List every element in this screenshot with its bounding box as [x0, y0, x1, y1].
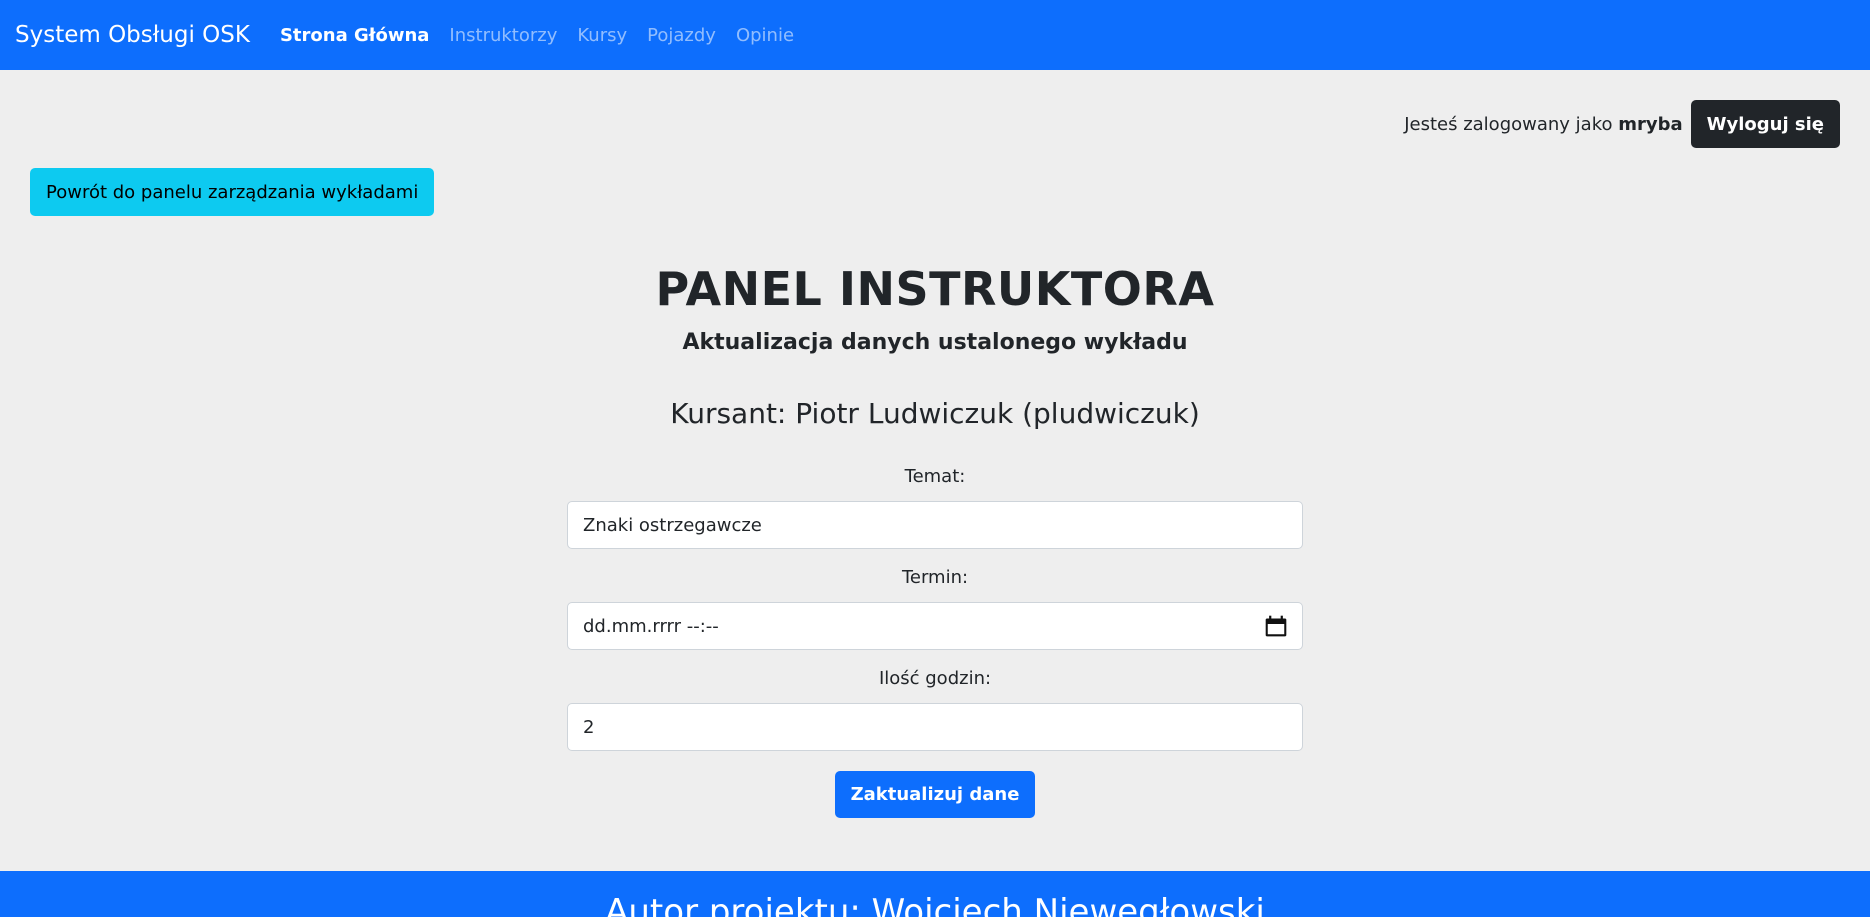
back-to-lectures-button[interactable]: Powrót do panelu zarządzania wykładami: [30, 168, 435, 216]
top-navbar: System Obsługi OSK Strona Główna Instruk…: [0, 0, 1870, 70]
hours-group: Ilość godzin: 2: [567, 668, 1303, 751]
calendar-icon[interactable]: [1265, 615, 1287, 637]
brand-link[interactable]: System Obsługi OSK: [15, 22, 250, 48]
lecture-update-form: Temat: Znaki ostrzegawcze Termin: dd.mm.…: [567, 466, 1303, 818]
nav-link-courses[interactable]: Kursy: [577, 25, 627, 46]
username: mryba: [1618, 113, 1683, 135]
main-content: PANEL INSTRUKTORA Aktualizacja danych us…: [0, 262, 1870, 818]
footer: Autor projektu: Wojciech Niewęgłowski: [0, 871, 1870, 917]
date-input[interactable]: dd.mm.rrrr --:--: [567, 602, 1303, 650]
hours-value: 2: [583, 716, 595, 738]
footer-author: Autor projektu: Wojciech Niewęgłowski: [605, 892, 1265, 917]
topic-group: Temat: Znaki ostrzegawcze: [567, 466, 1303, 549]
nav-link-vehicles[interactable]: Pojazdy: [647, 25, 716, 46]
update-button[interactable]: Zaktualizuj dane: [834, 771, 1036, 818]
page-title: PANEL INSTRUKTORA: [655, 262, 1215, 316]
date-placeholder: dd.mm.rrrr --:--: [583, 615, 719, 637]
date-group: Termin: dd.mm.rrrr --:--: [567, 567, 1303, 650]
date-label: Termin:: [901, 567, 969, 588]
nav-link-instructors[interactable]: Instruktorzy: [449, 25, 557, 46]
page-subtitle: Aktualizacja danych ustalonego wykładu: [682, 330, 1188, 355]
nav-links: Strona Główna Instruktorzy Kursy Pojazdy…: [280, 25, 794, 46]
student-info: Kursant: Piotr Ludwiczuk (pludwiczuk): [670, 397, 1200, 430]
hours-input[interactable]: 2: [567, 703, 1303, 751]
hours-label: Ilość godzin:: [878, 668, 992, 689]
nav-link-reviews[interactable]: Opinie: [736, 25, 794, 46]
topic-input[interactable]: Znaki ostrzegawcze: [567, 501, 1303, 549]
topic-label: Temat:: [904, 466, 966, 487]
nav-link-home[interactable]: Strona Główna: [280, 25, 429, 46]
topic-value: Znaki ostrzegawcze: [583, 514, 762, 536]
logout-button[interactable]: Wyloguj się: [1690, 100, 1840, 148]
logged-in-text: Jesteś zalogowany jako mryba: [1404, 114, 1682, 135]
login-status: Jesteś zalogowany jako mryba Wyloguj się: [1404, 100, 1840, 148]
logged-in-prefix: Jesteś zalogowany jako: [1404, 113, 1613, 135]
